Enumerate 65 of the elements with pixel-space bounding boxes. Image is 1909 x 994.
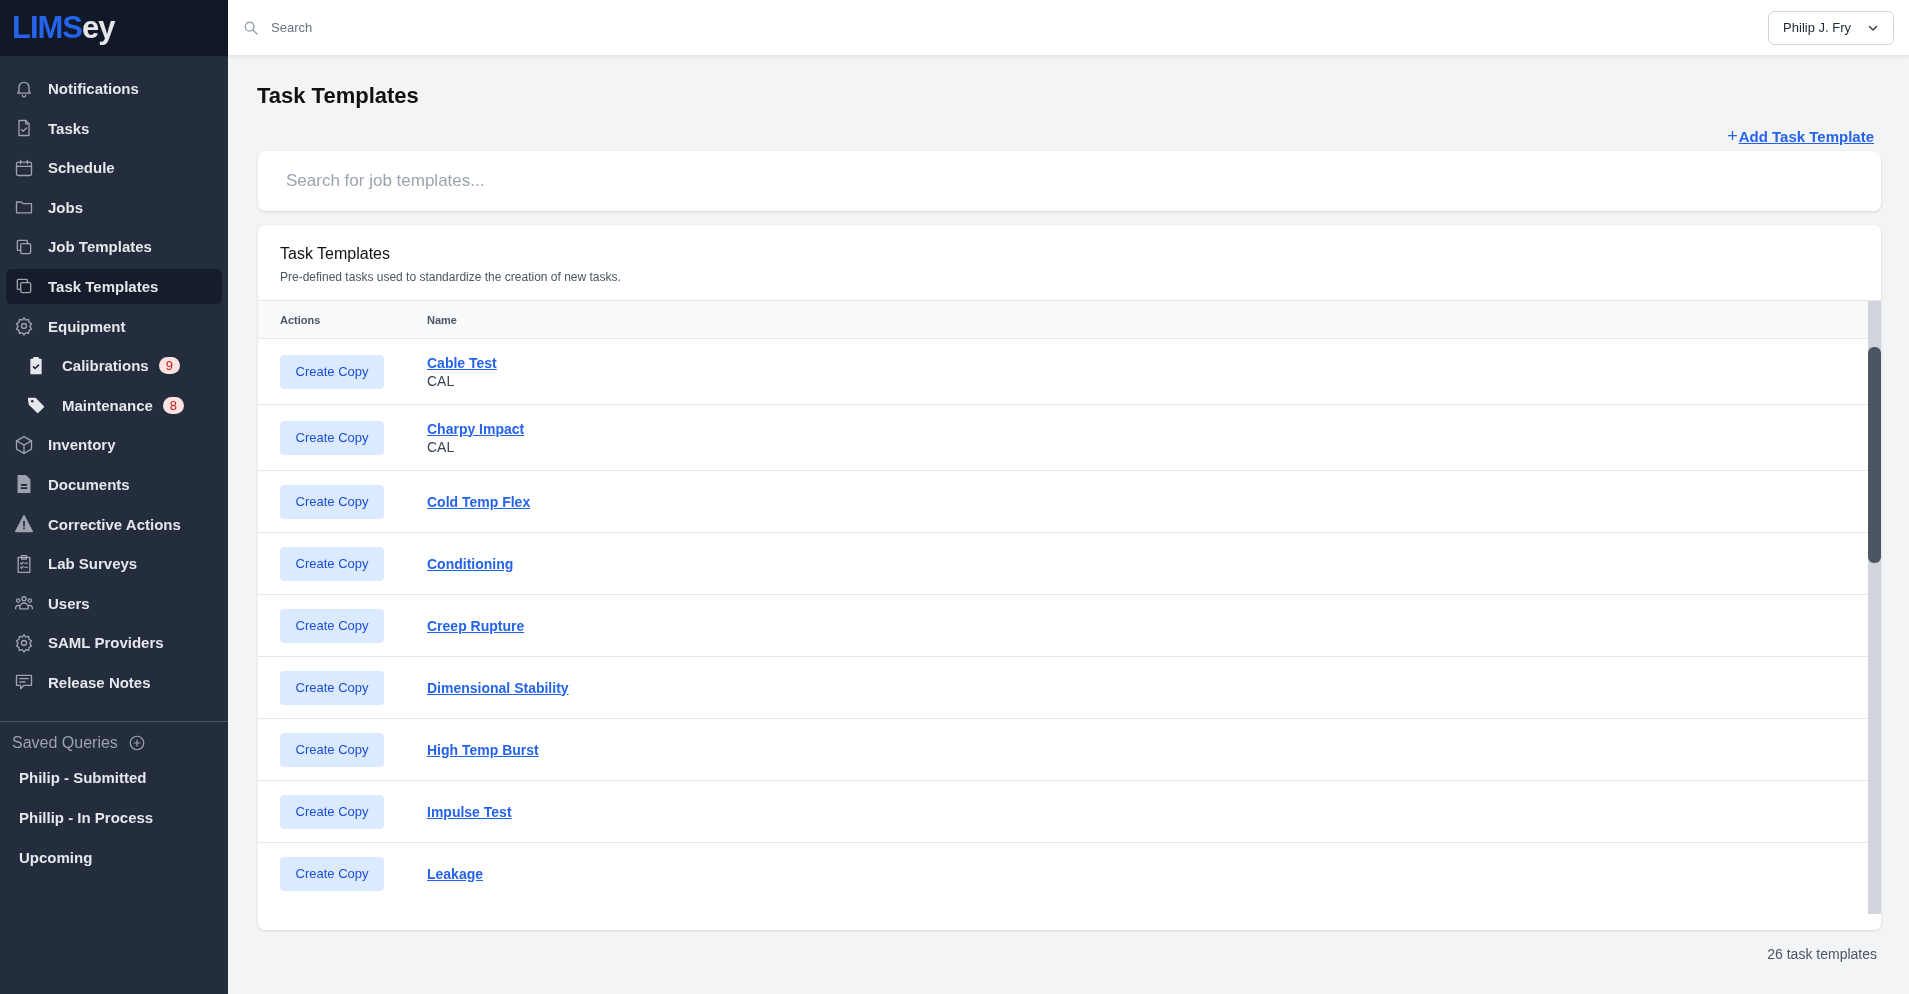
create-copy-button[interactable]: Create Copy	[280, 420, 384, 455]
gear-icon	[14, 632, 34, 653]
template-name-link[interactable]: High Temp Burst	[427, 741, 539, 758]
template-search-field[interactable]: Search for job templates...	[258, 151, 1881, 211]
add-circle-icon[interactable]	[127, 733, 146, 752]
gear-icon	[14, 316, 34, 337]
scrollbar[interactable]	[1868, 301, 1881, 914]
create-copy-button[interactable]: Create Copy	[280, 856, 384, 891]
create-copy-button[interactable]: Create Copy	[280, 608, 384, 643]
sidebar-item-label[interactable]: Maintenance	[62, 396, 153, 414]
warning-icon	[14, 514, 34, 535]
count-badge: 9	[158, 357, 180, 375]
section-heading: Saved Queries	[12, 733, 118, 752]
user-menu[interactable]: Philip J. Fry	[1768, 10, 1894, 45]
sidebar-item[interactable]: Task Templates	[6, 268, 222, 304]
sidebar-item[interactable]: Corrective Actions	[6, 506, 222, 542]
card-subtitle: Pre-defined tasks used to standardize the creation of new tasks.	[280, 270, 622, 284]
template-name-link[interactable]: Leakage	[427, 865, 484, 882]
sidebar-item[interactable]: Documents	[6, 466, 222, 502]
search-input[interactable]: Search	[269, 19, 1749, 36]
sidebar-item[interactable]: Schedule	[6, 150, 222, 186]
create-copy-button[interactable]: Create Copy	[280, 484, 384, 519]
sidebar-item-row[interactable]: Maintenance 8	[6, 387, 222, 423]
cube-icon	[14, 434, 34, 455]
template-category: CAL	[427, 438, 456, 455]
sidebar-item[interactable]: Lab Surveys	[6, 546, 222, 582]
column-header: Actions	[280, 313, 321, 326]
sidebar-item[interactable]: Release Notes	[6, 664, 222, 700]
template-name-link[interactable]: Cable Test	[427, 354, 497, 371]
template-name-link[interactable]: Dimensional Stability	[427, 679, 569, 696]
create-copy-button[interactable]: Create Copy	[280, 354, 384, 389]
saved-query-link[interactable]: Philip - Submitted	[0, 757, 228, 798]
sidebar-item[interactable]: Tasks	[6, 110, 222, 146]
sidebar-item[interactable]: Inventory	[6, 427, 222, 463]
template-name-link[interactable]: Cold Temp Flex	[427, 493, 531, 510]
column-header: Name	[427, 313, 457, 326]
sidebar-item[interactable]: SAML Providers	[6, 625, 222, 661]
template-name-link[interactable]: Creep Rupture	[427, 617, 525, 634]
saved-query-link[interactable]: Phillip - In Process	[0, 797, 228, 838]
count-badge: 8	[162, 396, 185, 414]
page-title: Task Templates	[257, 82, 420, 110]
add-task-template-link[interactable]: Add Task Template	[1738, 127, 1874, 145]
tag-icon	[26, 395, 46, 416]
sidebar-item[interactable]: Notifications	[6, 71, 222, 106]
template-name-link[interactable]: Conditioning	[427, 555, 514, 572]
sidebar-item[interactable]: Equipment	[6, 308, 222, 344]
create-copy-button[interactable]: Create Copy	[280, 670, 384, 705]
app-logo[interactable]: LIMSey	[0, 0, 228, 56]
sidebar-item-label[interactable]: Calibrations	[62, 357, 149, 375]
template-category: CAL	[427, 372, 456, 389]
sidebar-item[interactable]: Jobs	[6, 189, 222, 225]
template-name-link[interactable]: Impulse Test	[427, 803, 512, 820]
card-title: Task Templates	[280, 245, 391, 263]
template-count: 26 task templates	[1767, 946, 1878, 962]
create-copy-button[interactable]: Create Copy	[280, 546, 384, 581]
template-name-link[interactable]: Charpy Impact	[427, 420, 525, 437]
sidebar-item[interactable]: Users	[6, 585, 222, 621]
saved-query-link[interactable]: Upcoming	[0, 837, 228, 878]
create-copy-button[interactable]: Create Copy	[280, 732, 384, 767]
sidebar-item[interactable]: Job Templates	[6, 229, 222, 265]
search-icon	[243, 19, 259, 36]
sidebar-item-row[interactable]: Calibrations 9	[6, 348, 222, 384]
plus-icon[interactable]: +	[1727, 127, 1738, 145]
calendar-icon	[14, 157, 34, 178]
create-copy-button[interactable]: Create Copy	[280, 794, 384, 829]
